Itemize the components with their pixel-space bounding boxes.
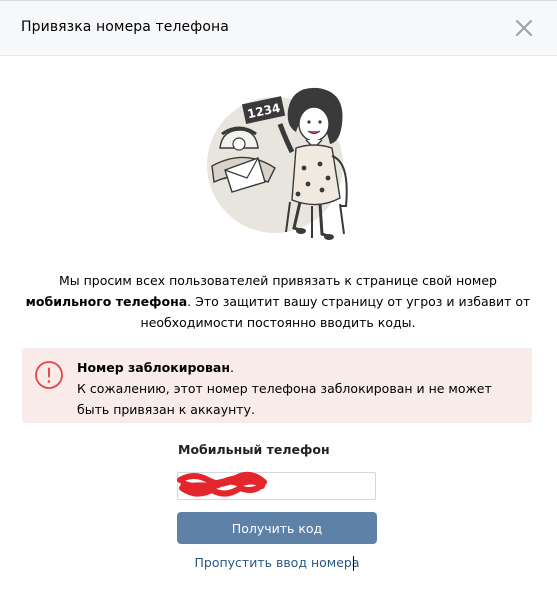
error-alert: Номер заблокирован. К сожалению, этот но… (22, 348, 532, 423)
intro-part-2: . Это защитит вашу страницу от угроз и и… (140, 294, 531, 330)
intro-text: Мы просим всех пользователей привязать к… (24, 270, 532, 333)
phone-label: Мобильный телефон (178, 442, 330, 457)
alert-text: Номер заблокирован. К сожалению, этот но… (77, 357, 517, 420)
get-code-button[interactable]: Получить код (177, 512, 377, 544)
dialog-header: Привязка номера телефона (0, 1, 557, 56)
dialog-title: Привязка номера телефона (21, 19, 229, 35)
exclamation-circle-icon (34, 360, 64, 390)
alert-title-suffix: . (229, 360, 234, 375)
skip-phone-link[interactable]: Пропустить ввод номера (177, 555, 377, 570)
intro-part-1: Мы просим всех пользователей привязать к… (59, 273, 497, 288)
alert-title: Номер заблокирован (77, 360, 230, 375)
phone-binding-dialog: Привязка номера телефона 1234 Мы просим … (0, 0, 557, 600)
intro-bold: мобильного телефона (25, 294, 188, 309)
woman-with-phone-number-sign-illustration: 1234 (200, 78, 360, 248)
phone-input[interactable] (177, 472, 376, 500)
close-icon[interactable] (511, 15, 537, 41)
text-cursor (353, 556, 354, 571)
alert-message: К сожалению, этот номер телефона заблоки… (77, 381, 492, 417)
